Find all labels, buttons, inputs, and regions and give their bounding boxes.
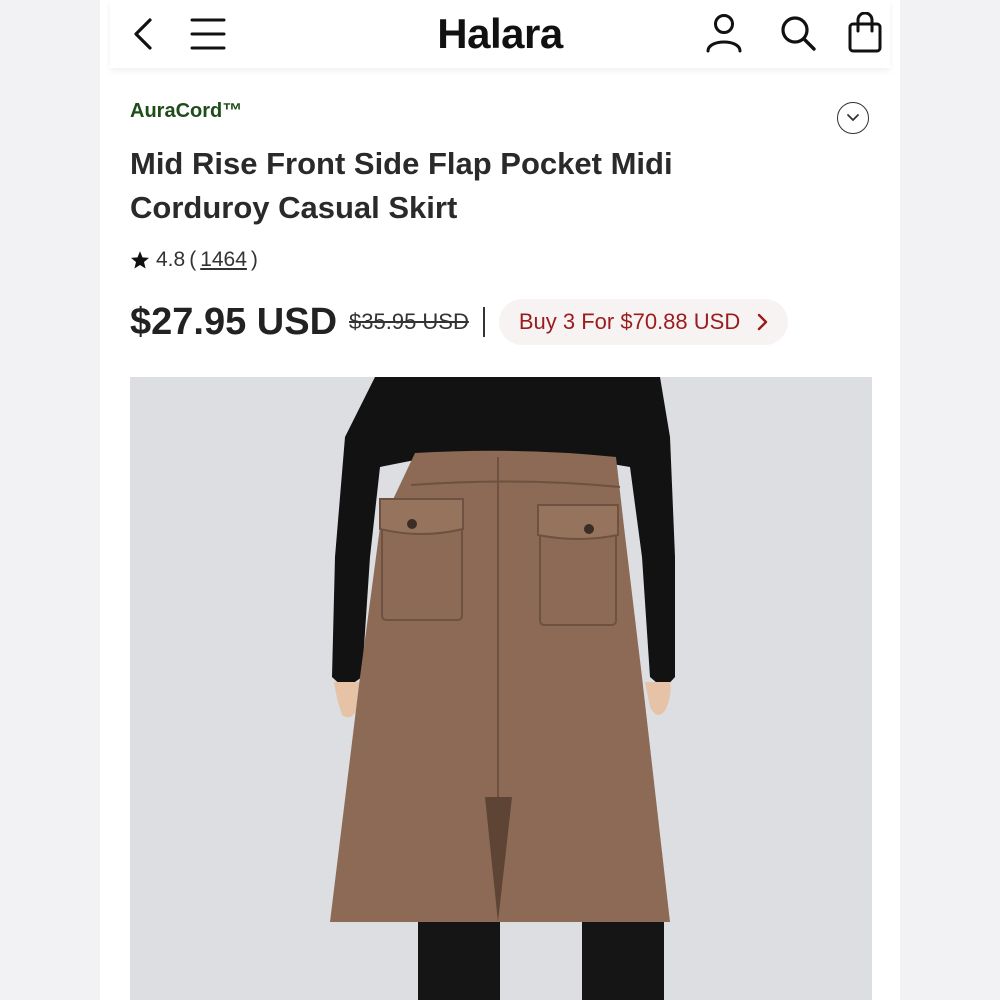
account-icon[interactable] bbox=[704, 12, 744, 54]
bundle-offer-label: Buy 3 For $70.88 USD bbox=[518, 309, 741, 334]
price-divider bbox=[482, 307, 485, 337]
star-icon bbox=[131, 251, 149, 269]
product-title: Mid Rise Front Side Flap Pocket Midi Cor… bbox=[130, 146, 673, 225]
product-brand[interactable]: AuraCord™ bbox=[130, 100, 242, 123]
chevron-down-icon bbox=[847, 114, 859, 122]
rating-open-paren: ( bbox=[189, 248, 197, 271]
product-rating: 4.8 ( 1464 ) bbox=[130, 246, 262, 274]
brand-logo[interactable]: Halara bbox=[110, 10, 890, 58]
search-icon[interactable] bbox=[778, 12, 818, 54]
original-price: $35.95 USD bbox=[349, 309, 469, 334]
product-photo bbox=[330, 377, 675, 1000]
app-frame: Halara AuraCord™ Mid Rise Front Side Fla… bbox=[100, 0, 900, 1000]
top-navigation-bar: Halara bbox=[110, 0, 890, 68]
rating-value: 4.8 bbox=[156, 248, 186, 271]
expand-toggle[interactable] bbox=[837, 102, 869, 134]
review-count-link[interactable]: 1464 bbox=[200, 248, 247, 272]
chevron-right-icon bbox=[758, 313, 768, 331]
rating-close-paren: ) bbox=[250, 248, 258, 271]
product-image[interactable] bbox=[130, 377, 872, 1000]
price-row: $27.95 USD $35.95 USD Buy 3 For $70.88 U… bbox=[130, 296, 789, 348]
shopping-bag-icon[interactable] bbox=[846, 12, 884, 54]
bundle-offer-button[interactable]: Buy 3 For $70.88 USD bbox=[498, 299, 789, 345]
current-price: $27.95 USD bbox=[130, 300, 338, 343]
